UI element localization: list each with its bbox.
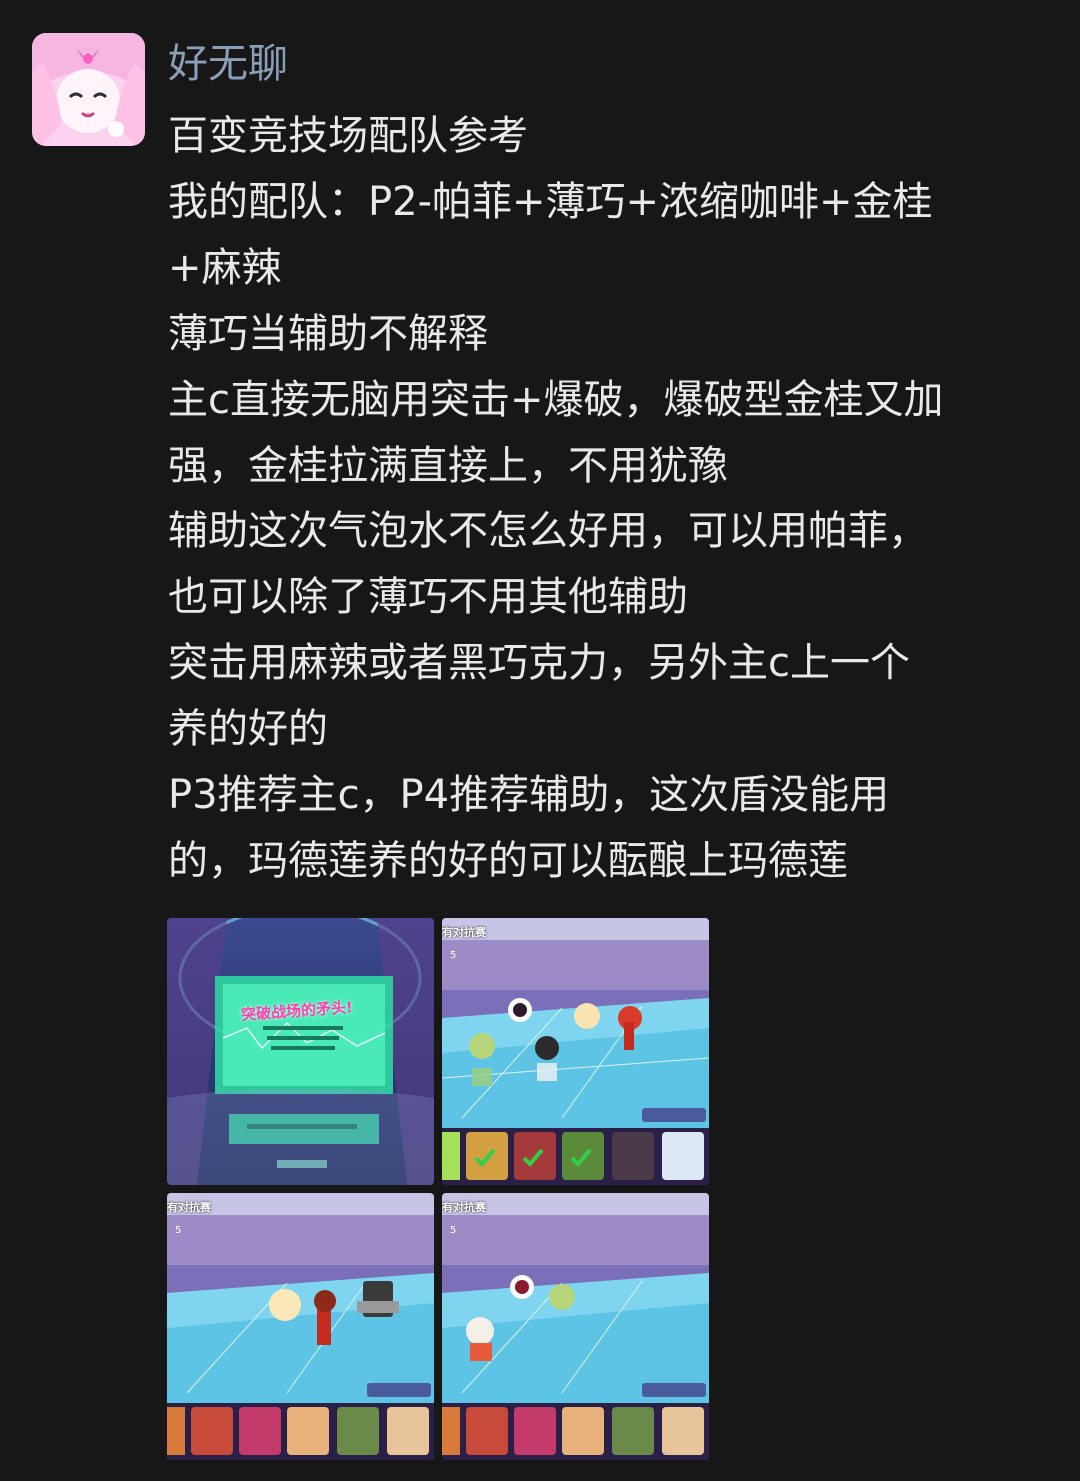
post-line: 辅助这次气泡水不怎么好用，可以用帕菲， [168,508,928,555]
post-line: 主c直接无脑用突击+爆破，爆破型金桂又加 [168,376,944,423]
avatar[interactable] [32,33,145,146]
image-thumbnail[interactable]: 有对抗赛 5 [442,918,709,1185]
stage-number: 5 [450,950,457,961]
post-line: 突击用麻辣或者黑巧克力，另外主c上一个 [168,640,910,687]
post-line: 百变竞技场配队参考 [168,113,528,159]
image-thumbnail[interactable]: 有对抗赛 5 [167,1193,434,1460]
username[interactable]: 好无聊 [168,38,288,90]
game-screenshot-banner [167,918,434,1185]
post-line: P3推荐主c，P4推荐辅助，这次盾没能用 [168,772,890,819]
post-line: 我的配队：P2-帕菲+薄巧+浓缩咖啡+金桂 [168,178,933,225]
post-line: 也可以除了薄巧不用其他辅助 [168,574,688,621]
game-screenshot-formation [442,1193,709,1460]
post: 好无聊 百变竞技场配队参考 我的配队：P2-帕菲+薄巧+浓缩咖啡+金桂 +麻辣 … [0,0,1080,1481]
post-text: 百变竞技场配队参考 我的配队：P2-帕菲+薄巧+浓缩咖啡+金桂 +麻辣 薄巧当辅… [168,104,1048,895]
game-screenshot-formation [167,1193,434,1460]
post-line: 的，玛德莲养的好的可以酝酿上玛德莲 [168,837,848,884]
image-thumbnail[interactable]: 有对抗赛 5 [442,1193,709,1460]
stage-number: 5 [175,1225,182,1236]
avatar-image [32,33,145,146]
post-line: +麻辣 [168,244,282,291]
game-title: 有对抗赛 [442,926,486,939]
image-grid: 突破战场的矛头! 有对抗赛 5 有对抗赛 5 有对抗赛 5 [167,918,709,1460]
stage-number: 5 [450,1225,457,1236]
game-screenshot-formation [442,918,709,1185]
image-thumbnail[interactable]: 突破战场的矛头! [167,918,434,1185]
post-line: 强，金桂拉满直接上，不用犹豫 [168,442,728,489]
post-line: 薄巧当辅助不解释 [168,310,488,357]
post-line: 养的好的 [168,706,328,753]
game-title: 有对抗赛 [442,1201,486,1214]
game-title: 有对抗赛 [167,1201,211,1214]
